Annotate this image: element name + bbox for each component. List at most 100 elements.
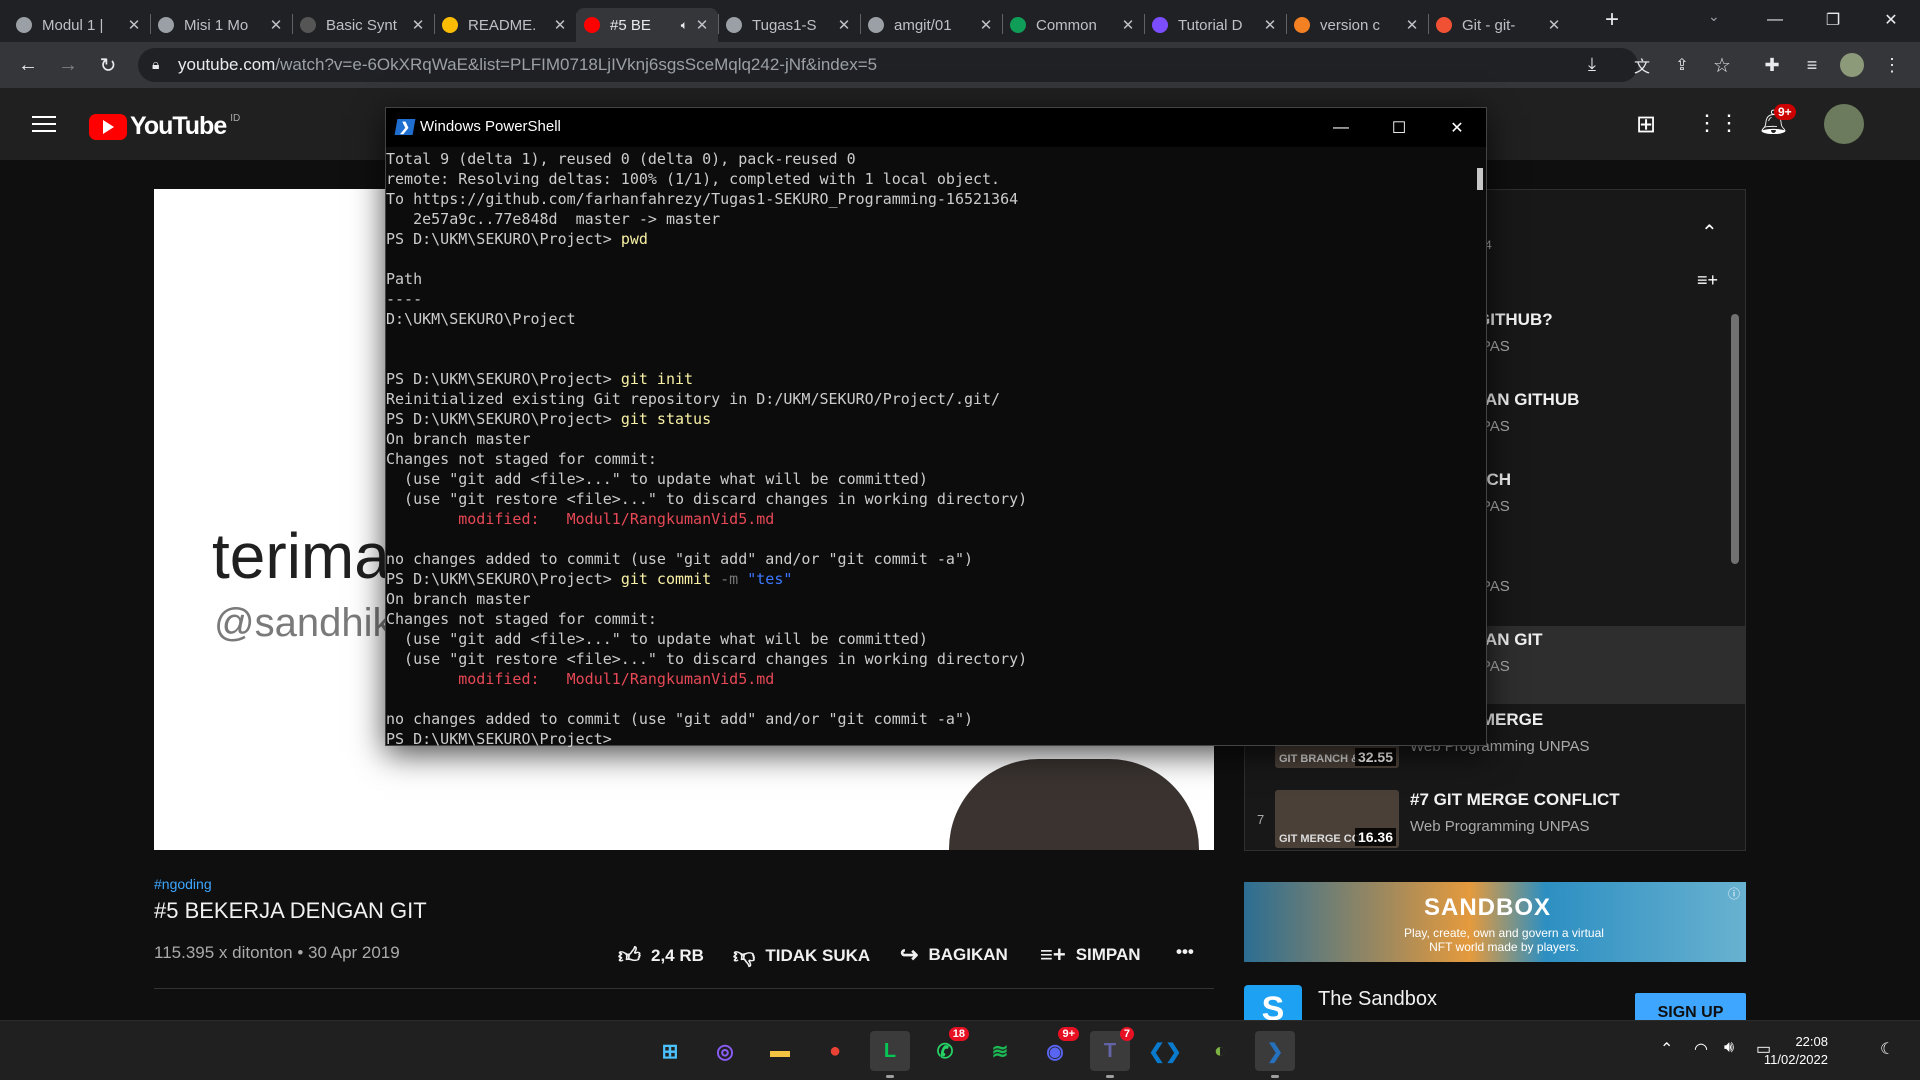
tab-close-icon[interactable]: ✕ xyxy=(126,16,142,34)
browser-tab[interactable]: Basic Synt ✕ xyxy=(292,8,434,42)
minimize-button[interactable]: — xyxy=(1752,0,1798,40)
playlist-scrollbar[interactable] xyxy=(1731,314,1739,564)
media-control-icon[interactable]: ≡ xyxy=(1798,51,1826,79)
terminal-scrollbar[interactable] xyxy=(1477,168,1483,190)
terminal-text: PS D:\UKM\SEKURO\Project> xyxy=(386,730,621,747)
vscode-taskbar-icon[interactable]: ❮❯ xyxy=(1145,1031,1185,1071)
ps-minimize-button[interactable]: — xyxy=(1312,108,1370,147)
spotify-taskbar-icon[interactable]: ≋ xyxy=(980,1031,1020,1071)
like-button[interactable]: 👍︎ 2,4 RB xyxy=(618,942,704,969)
taskbar-clock[interactable]: 22:08 11/02/2022 xyxy=(1764,1033,1828,1069)
tab-close-icon[interactable]: ✕ xyxy=(1120,16,1136,34)
install-icon[interactable]: ⤓ xyxy=(1588,54,1596,75)
discord-taskbar-icon[interactable]: ◉ 9+ xyxy=(1035,1027,1079,1071)
close-window-button[interactable]: ✕ xyxy=(1868,0,1914,40)
profile-avatar[interactable] xyxy=(1838,51,1866,79)
back-arrow-icon[interactable]: ← xyxy=(14,51,42,79)
share-icon[interactable]: ⇪ xyxy=(1668,51,1696,79)
tab-close-icon[interactable]: ✕ xyxy=(978,16,994,34)
browser-tab[interactable]: #5 BE 🔈︎ ✕ xyxy=(576,8,718,42)
ad-banner[interactable]: SANDBOX Play, create, own and govern a v… xyxy=(1244,882,1746,962)
tab-close-icon[interactable]: ✕ xyxy=(836,16,852,34)
vscode-icon: ❮❯ xyxy=(1148,1040,1182,1063)
browser-tab[interactable]: README. ✕ xyxy=(434,8,576,42)
browser-tab[interactable]: version c ✕ xyxy=(1286,8,1428,42)
tab-close-icon[interactable]: ✕ xyxy=(1262,16,1278,34)
app-globe-taskbar-icon[interactable]: ◐ xyxy=(1200,1031,1240,1071)
clock-time: 22:08 xyxy=(1795,1034,1828,1049)
lock-icon[interactable]: 🔒︎ xyxy=(152,56,159,73)
line-taskbar-icon[interactable]: L xyxy=(870,1031,910,1078)
share-button[interactable]: ↪ BAGIKAN xyxy=(900,942,1008,968)
whatsapp-taskbar-icon[interactable]: ✆ 18 xyxy=(925,1027,969,1071)
dislike-button[interactable]: 👎︎ TIDAK SUKA xyxy=(733,942,870,969)
chrome-menu-icon[interactable]: ⋮ xyxy=(1878,51,1906,79)
account-avatar[interactable] xyxy=(1824,104,1864,144)
ad-advertiser-name[interactable]: The Sandbox xyxy=(1318,988,1437,1011)
powershell-icon: ❯ xyxy=(1266,1040,1284,1063)
translate-icon[interactable]: 文 xyxy=(1628,51,1656,79)
tray-chevron-icon[interactable]: ⌃ xyxy=(1660,1039,1673,1059)
browser-tab[interactable]: Tugas1-S ✕ xyxy=(718,8,860,42)
youtube-logo[interactable]: YouTube ID xyxy=(89,112,240,141)
forward-arrow-icon[interactable]: → xyxy=(54,51,82,79)
terminal-text: (use "git add <file>..." to update what … xyxy=(386,470,928,488)
tab-title: Git - git- xyxy=(1462,16,1516,34)
tab-close-icon[interactable]: ✕ xyxy=(1546,16,1562,34)
collapse-chevron-icon[interactable]: ⌃ xyxy=(1701,220,1718,245)
browser-tab[interactable]: Git - git- ✕ xyxy=(1428,8,1570,42)
create-video-icon[interactable]: ⊞ xyxy=(1636,110,1656,139)
save-button[interactable]: ≡+ SIMPAN xyxy=(1040,942,1141,968)
apps-grid-icon[interactable]: ⋮⋮ xyxy=(1696,110,1740,136)
save-playlist-icon[interactable]: ≡+ xyxy=(1697,270,1718,291)
tab-close-icon[interactable]: ✕ xyxy=(268,16,284,34)
github-icon xyxy=(726,17,742,33)
chrome-taskbar-icon[interactable]: ● xyxy=(815,1031,855,1071)
ps-close-button[interactable]: ✕ xyxy=(1428,108,1486,147)
terminal-text: On branch master xyxy=(386,430,531,448)
terminal-text: git status xyxy=(620,410,712,428)
tab-close-icon[interactable]: ✕ xyxy=(694,16,710,34)
teams-taskbar-icon[interactable]: T7 xyxy=(1090,1027,1134,1078)
playlist-add-icon: ≡+ xyxy=(1040,942,1066,967)
terminal-output[interactable]: Total 9 (delta 1), reused 0 (delta 0), p… xyxy=(386,147,1466,747)
discord-icon: ◉ xyxy=(1046,1040,1064,1063)
browser-tab[interactable]: amgit/01 ✕ xyxy=(860,8,1002,42)
app-purple-taskbar-icon[interactable]: ◎ xyxy=(705,1031,745,1071)
wifi-icon[interactable]: ◠ xyxy=(1694,1039,1708,1059)
tab-close-icon[interactable]: ✕ xyxy=(410,16,426,34)
browser-tab[interactable]: Tutorial D ✕ xyxy=(1144,8,1286,42)
new-tab-button[interactable]: + xyxy=(1598,6,1626,34)
notifications-bell-icon[interactable]: 🔔︎ 9+ xyxy=(1758,104,1796,137)
bookmark-star-icon[interactable]: ☆ xyxy=(1708,51,1736,79)
terminal-line: PS D:\UKM\SEKURO\Project> xyxy=(386,729,1466,747)
powershell-window[interactable]: ❯ Windows PowerShell — ☐ ✕ Total 9 (delt… xyxy=(385,107,1487,747)
powershell-taskbar-icon[interactable]: ❯ xyxy=(1255,1031,1295,1078)
browser-tab[interactable]: Modul 1 | ✕ xyxy=(8,8,150,42)
extensions-icon[interactable]: ✚ xyxy=(1758,51,1786,79)
playlist-item[interactable]: 7 GIT MERGE CO 16.36 #7 GIT MERGE CONFLICT W… xyxy=(1245,786,1745,864)
address-bar[interactable]: 🔒︎ youtube.com/watch?v=e-6OkXRqWaE&list=… xyxy=(138,48,1638,82)
tab-close-icon[interactable]: ✕ xyxy=(1404,16,1420,34)
browser-tab[interactable]: Common ✕ xyxy=(1002,8,1144,42)
start-button-taskbar-icon[interactable]: ⊞ xyxy=(650,1031,690,1071)
video-hashtag[interactable]: #ngoding xyxy=(154,876,212,892)
github-icon xyxy=(868,17,884,33)
notification-center-icon[interactable]: ☾ xyxy=(1880,1039,1894,1059)
terminal-text: Reinitialized existing Git repository in… xyxy=(386,390,1001,408)
ad-info-icon[interactable]: ⓘ xyxy=(1728,885,1740,902)
restore-button[interactable]: ❐ xyxy=(1810,0,1856,40)
tab-audio-icon[interactable]: 🔈︎ xyxy=(681,18,688,33)
tutorial-icon xyxy=(1152,17,1168,33)
tab-search-chevron-icon[interactable]: ⌄ xyxy=(1708,8,1720,25)
ps-maximize-button[interactable]: ☐ xyxy=(1370,108,1428,147)
hamburger-menu-icon[interactable] xyxy=(32,112,56,137)
volume-icon[interactable]: 🔊︎ xyxy=(1724,1039,1734,1057)
terminal-line: PS D:\UKM\SEKURO\Project> pwd xyxy=(386,229,1466,249)
reload-icon[interactable]: ↻ xyxy=(94,51,122,79)
powershell-titlebar[interactable]: ❯ Windows PowerShell — ☐ ✕ xyxy=(386,108,1486,147)
browser-tab[interactable]: Misi 1 Mo ✕ xyxy=(150,8,292,42)
file-explorer-taskbar-icon[interactable]: ▬ xyxy=(760,1031,800,1071)
tab-close-icon[interactable]: ✕ xyxy=(552,16,568,34)
more-actions-button[interactable]: ••• xyxy=(1176,942,1194,962)
